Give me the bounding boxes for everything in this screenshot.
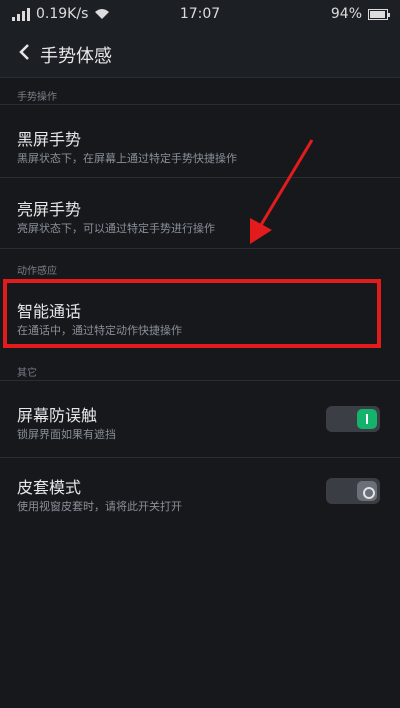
annotation-arrow xyxy=(250,139,314,244)
